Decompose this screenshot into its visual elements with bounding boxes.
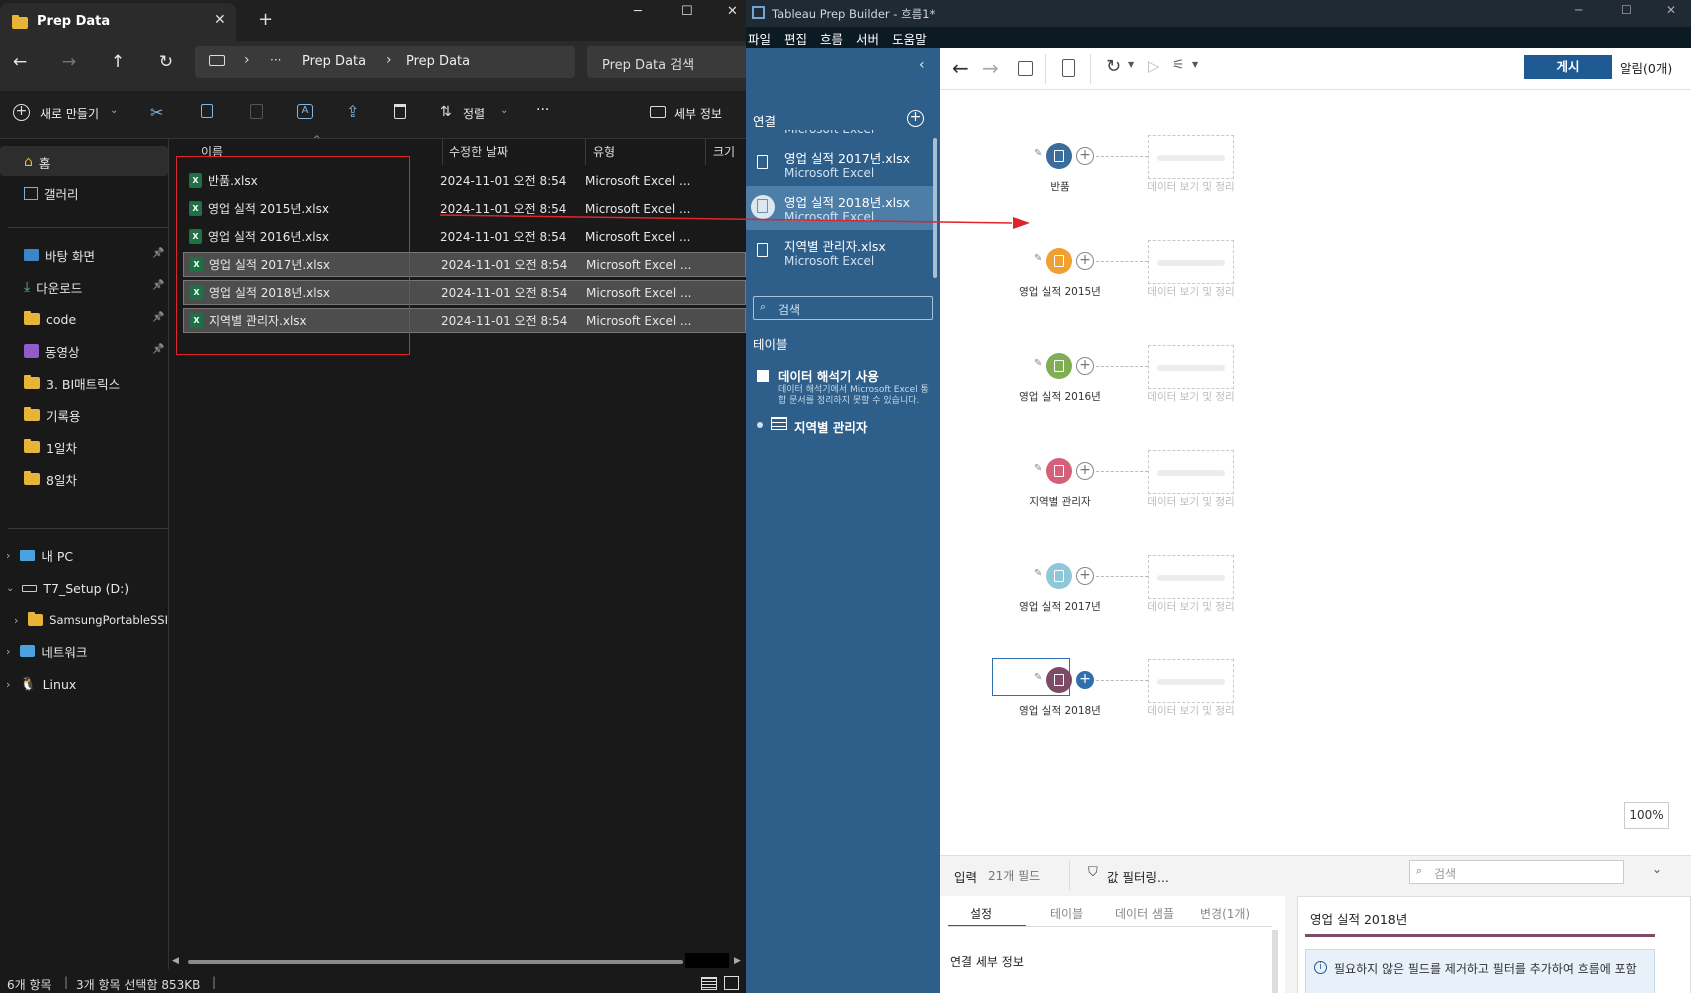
drag-arrow-overlay [439,214,1030,229]
drag-arrow-line [439,214,1013,224]
drag-arrow-head [1013,217,1030,229]
